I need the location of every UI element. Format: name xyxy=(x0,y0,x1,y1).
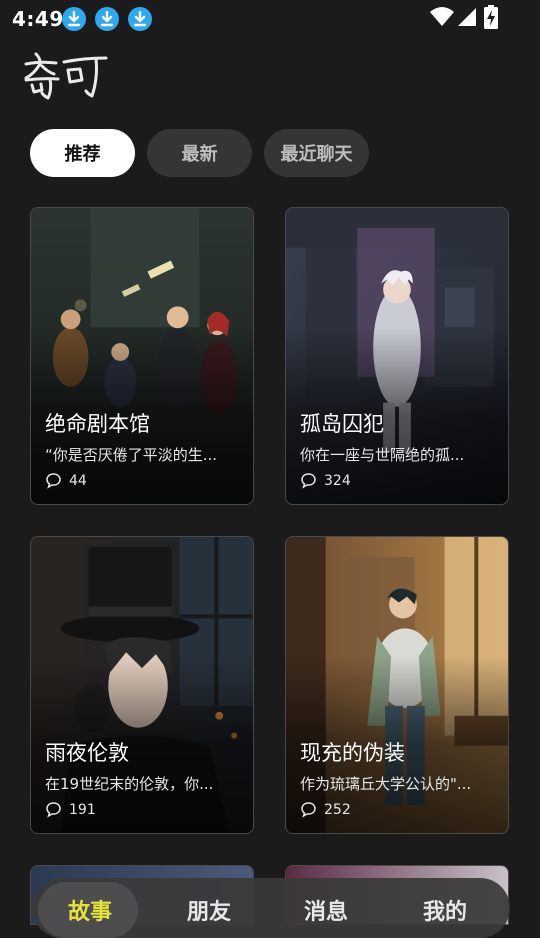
story-title: 雨夜伦敦 xyxy=(45,741,129,765)
nav-messages[interactable]: 消息 xyxy=(304,894,348,926)
comment-icon xyxy=(46,473,61,489)
nav-profile[interactable]: 我的 xyxy=(423,894,467,926)
comment-count: 324 xyxy=(324,472,351,489)
story-comment-count: 191 xyxy=(45,801,96,818)
wifi-icon xyxy=(430,7,454,26)
nav-friends[interactable]: 朋友 xyxy=(187,894,231,926)
tab-latest[interactable]: 最新 xyxy=(147,129,252,177)
story-card[interactable]: 绝命剧本馆 “你是否厌倦了平淡的生... 44 xyxy=(30,207,254,505)
story-description: 作为琉璃丘大学公认的"... xyxy=(300,775,472,793)
status-bar: 4:49 xyxy=(0,0,540,38)
app-logo xyxy=(24,52,108,100)
story-card[interactable]: 雨夜伦敦 在19世纪末的伦敦，你... 191 xyxy=(30,536,254,834)
download-icon xyxy=(95,7,119,31)
cellular-signal-icon xyxy=(458,8,476,26)
comment-count: 44 xyxy=(69,472,87,489)
status-time: 4:49 xyxy=(12,7,64,31)
download-icon xyxy=(62,7,86,31)
story-comment-count: 252 xyxy=(300,801,351,818)
story-description: 你在一座与世隔绝的孤... xyxy=(300,446,465,464)
story-card[interactable]: 现充的伪装 作为琉璃丘大学公认的"... 252 xyxy=(285,536,509,834)
story-comment-count: 324 xyxy=(300,472,351,489)
bottom-navigation: 故事 朋友 消息 我的 xyxy=(32,878,510,938)
story-title: 绝命剧本馆 xyxy=(45,412,150,436)
comment-icon xyxy=(301,473,316,489)
battery-charging-icon xyxy=(484,5,498,29)
download-icon xyxy=(128,7,152,31)
comment-count: 191 xyxy=(69,801,96,818)
story-description: “你是否厌倦了平淡的生... xyxy=(45,446,218,464)
tab-recommended[interactable]: 推荐 xyxy=(30,129,135,177)
story-title: 孤岛囚犯 xyxy=(300,412,384,436)
story-title: 现充的伪装 xyxy=(300,741,405,765)
nav-stories[interactable]: 故事 xyxy=(68,894,112,926)
tab-recent-chats[interactable]: 最近聊天 xyxy=(264,129,369,177)
story-card[interactable]: 孤岛囚犯 你在一座与世隔绝的孤... 324 xyxy=(285,207,509,505)
comment-count: 252 xyxy=(324,801,351,818)
comment-icon xyxy=(301,802,316,818)
comment-icon xyxy=(46,802,61,818)
story-comment-count: 44 xyxy=(45,472,87,489)
story-description: 在19世纪末的伦敦，你... xyxy=(45,775,214,793)
